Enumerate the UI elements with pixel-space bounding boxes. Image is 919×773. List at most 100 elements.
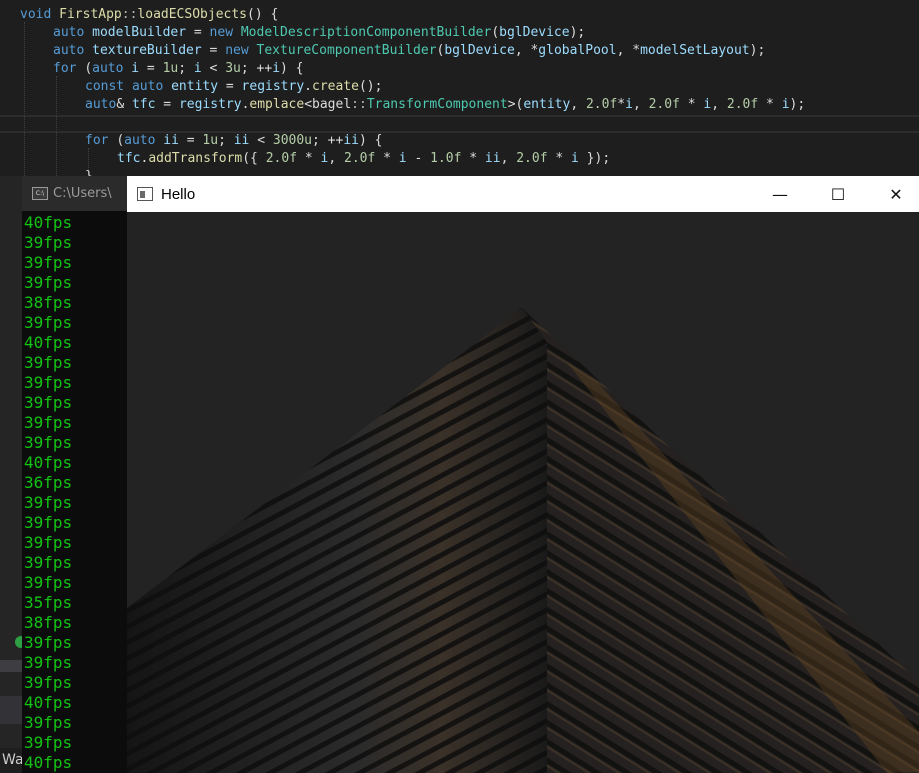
code-token: entity [171, 79, 219, 94]
code-token: emplace [249, 97, 305, 112]
code-token: 2.0f [648, 97, 680, 112]
fps-line: 38fps [24, 293, 73, 312]
code-token: 2.0f [344, 151, 376, 166]
code-token: ii [233, 133, 250, 148]
code-token: loadECSObjects [137, 7, 247, 22]
app-window-icon [137, 187, 153, 201]
code-line[interactable]: for (auto i = 1u; i < 3u; ++i) { [53, 60, 304, 78]
code-token: ; [178, 61, 194, 76]
code-token: , [632, 97, 649, 112]
code-token: 1.0f [430, 151, 462, 166]
code-token: , [500, 151, 517, 166]
code-token: new [209, 25, 241, 40]
code-token: * [547, 151, 572, 166]
console-icon: C:\ [32, 187, 48, 200]
code-token: new [225, 43, 257, 58]
code-line[interactable]: void FirstApp::loadECSObjects() { [20, 6, 278, 24]
code-token: 2.0f [265, 151, 298, 166]
maximize-button[interactable]: ☐ [809, 176, 867, 212]
code-token: - [406, 151, 431, 166]
fps-line: 39fps [24, 233, 73, 252]
code-token: tfc [117, 151, 141, 166]
code-token: auto [92, 61, 132, 76]
code-token: (); [358, 79, 383, 94]
code-token: = [218, 79, 242, 94]
console-titlebar[interactable]: C:\ C:\Users\ [22, 176, 132, 211]
fps-output: 40fps 39fps 39fps 39fps 38fps 39fps 40fps 39fps… [24, 213, 72, 773]
code-token: & [116, 97, 132, 112]
code-token: auto [53, 25, 93, 40]
code-token: ; ++ [240, 61, 273, 76]
code-token: i [131, 61, 140, 76]
code-token: i [571, 151, 579, 166]
code-token: modelSetLayout [640, 43, 750, 58]
code-token: }); [578, 151, 611, 166]
code-token: ; [218, 133, 234, 148]
fps-line: 40fps [24, 333, 73, 352]
fps-line: 40fps [24, 453, 73, 472]
code-token: * [297, 151, 321, 166]
strip-marker [0, 696, 22, 724]
console-window[interactable]: C:\ C:\Users\ 40fps 39fps 39fps 39fps 38fps 3… [22, 176, 132, 773]
code-line[interactable]: tfc.addTransform({ 2.0f * i, 2.0f * i - … [117, 150, 610, 168]
code-line[interactable]: auto modelBuilder = new ModelDescription… [53, 24, 585, 42]
fps-line: 40fps [24, 693, 73, 712]
fps-line: 35fps [24, 593, 73, 612]
code-token: globalPool [538, 43, 617, 58]
code-token: modelBuilder [92, 25, 187, 40]
code-token: ( [84, 61, 93, 76]
fps-line: 39fps [24, 493, 73, 512]
hello-titlebar[interactable]: Hello — ☐ ✕ [127, 176, 919, 212]
code-token: i [781, 97, 790, 112]
code-token: registry [241, 79, 305, 94]
window-title: Hello [161, 185, 196, 203]
code-token: , [570, 97, 586, 112]
maximize-icon: ☐ [830, 184, 846, 204]
code-token: ) { [358, 133, 383, 148]
code-editor[interactable]: void FirstApp::loadECSObjects() {auto mo… [0, 0, 919, 180]
code-token: 1u [202, 133, 219, 148]
code-token: auto [124, 133, 164, 148]
code-token: ii [163, 133, 179, 148]
fps-line: 39fps [24, 533, 73, 552]
render-viewport[interactable] [127, 212, 919, 773]
code-token: entity [523, 97, 571, 112]
code-line[interactable]: auto& tfc = registry.emplace<bagel::Tran… [85, 96, 805, 114]
code-token: >( [507, 97, 524, 112]
code-token: * [758, 97, 782, 112]
code-token: = [201, 43, 226, 58]
code-token: , * [616, 43, 641, 58]
fps-line: 39fps [24, 413, 73, 432]
minimize-button[interactable]: — [751, 176, 809, 212]
fps-line: 39fps [24, 513, 73, 532]
code-token: i [193, 61, 202, 76]
close-icon: ✕ [889, 184, 903, 204]
close-button[interactable]: ✕ [867, 176, 919, 212]
code-token: addTransform [148, 151, 243, 166]
code-token: for [85, 133, 117, 148]
code-token: < [249, 133, 273, 148]
code-line[interactable]: const auto entity = registry.create(); [85, 78, 382, 96]
code-token: ; ++ [312, 133, 344, 148]
code-token: 3u [225, 61, 241, 76]
code-line[interactable]: for (auto ii = 1u; ii < 3000u; ++ii) { [85, 132, 382, 150]
code-token: bagel [312, 97, 352, 112]
code-token: const auto [85, 79, 172, 94]
code-token: = [178, 133, 203, 148]
code-token: ) { [280, 61, 304, 76]
fps-line: 39fps [24, 553, 73, 572]
code-token: :: [351, 97, 367, 112]
fps-line: 39fps [24, 673, 73, 692]
fps-line: 38fps [24, 613, 73, 632]
fps-line: 39fps [24, 373, 73, 392]
code-token: * [679, 97, 704, 112]
code-token: = [155, 97, 179, 112]
console-title: C:\Users\ [53, 186, 112, 201]
fps-line: 39fps [24, 713, 73, 732]
code-token: i [272, 61, 281, 76]
code-token: bglDevice [444, 43, 515, 58]
code-line[interactable]: auto textureBuilder = new TextureCompone… [53, 42, 765, 60]
minimize-icon: — [772, 184, 788, 204]
hello-window[interactable]: Hello — ☐ ✕ [127, 176, 919, 773]
indent-guide [24, 22, 25, 180]
